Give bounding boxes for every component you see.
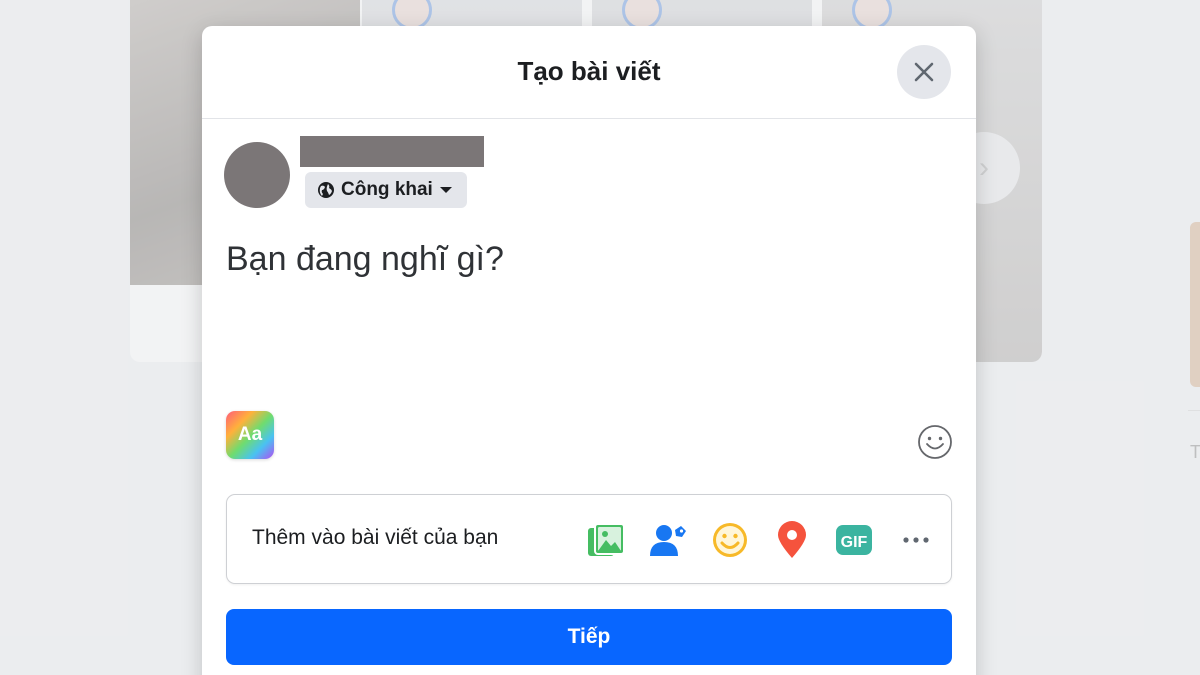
tag-people-button[interactable] xyxy=(637,518,699,562)
privacy-label: Công khai xyxy=(341,179,433,200)
photo-video-button[interactable] xyxy=(575,518,637,562)
dialog-title: Tạo bài viết xyxy=(517,56,661,86)
gif-label: GIF xyxy=(841,534,868,551)
add-to-post-label: Thêm vào bài viết của bạn xyxy=(252,526,499,549)
caret-down-icon xyxy=(439,187,452,193)
gif-icon: GIF xyxy=(836,525,872,555)
more-options-button[interactable] xyxy=(885,518,947,562)
next-button[interactable]: Tiếp xyxy=(226,609,952,665)
close-icon xyxy=(914,62,934,82)
globe-icon xyxy=(318,182,334,198)
post-composer-input[interactable] xyxy=(226,240,946,410)
text-background-style-button[interactable]: Aa xyxy=(226,411,274,459)
tag-people-icon xyxy=(650,525,686,556)
feeling-icon xyxy=(713,523,747,557)
privacy-selector[interactable]: Công khai xyxy=(305,172,467,208)
text-style-label: Aa xyxy=(237,424,263,445)
add-to-post-icons: GIF xyxy=(575,518,947,562)
gif-button[interactable]: GIF xyxy=(823,518,885,562)
close-button[interactable] xyxy=(897,45,951,99)
emoji-picker-icon[interactable] xyxy=(916,423,954,461)
author-name-redacted xyxy=(300,136,484,167)
more-icon xyxy=(903,537,929,543)
photo-video-icon xyxy=(588,523,625,556)
dialog-header: Tạo bài viết xyxy=(202,26,976,119)
check-in-button[interactable] xyxy=(761,518,823,562)
avatar[interactable] xyxy=(224,142,290,208)
check-in-icon xyxy=(778,521,806,558)
create-post-dialog: Tạo bài viết Công khai Aa Thêm vào bài v… xyxy=(202,26,976,675)
feeling-activity-button[interactable] xyxy=(699,518,761,562)
add-to-post-bar: Thêm vào bài viết của bạn GIF xyxy=(226,494,952,584)
